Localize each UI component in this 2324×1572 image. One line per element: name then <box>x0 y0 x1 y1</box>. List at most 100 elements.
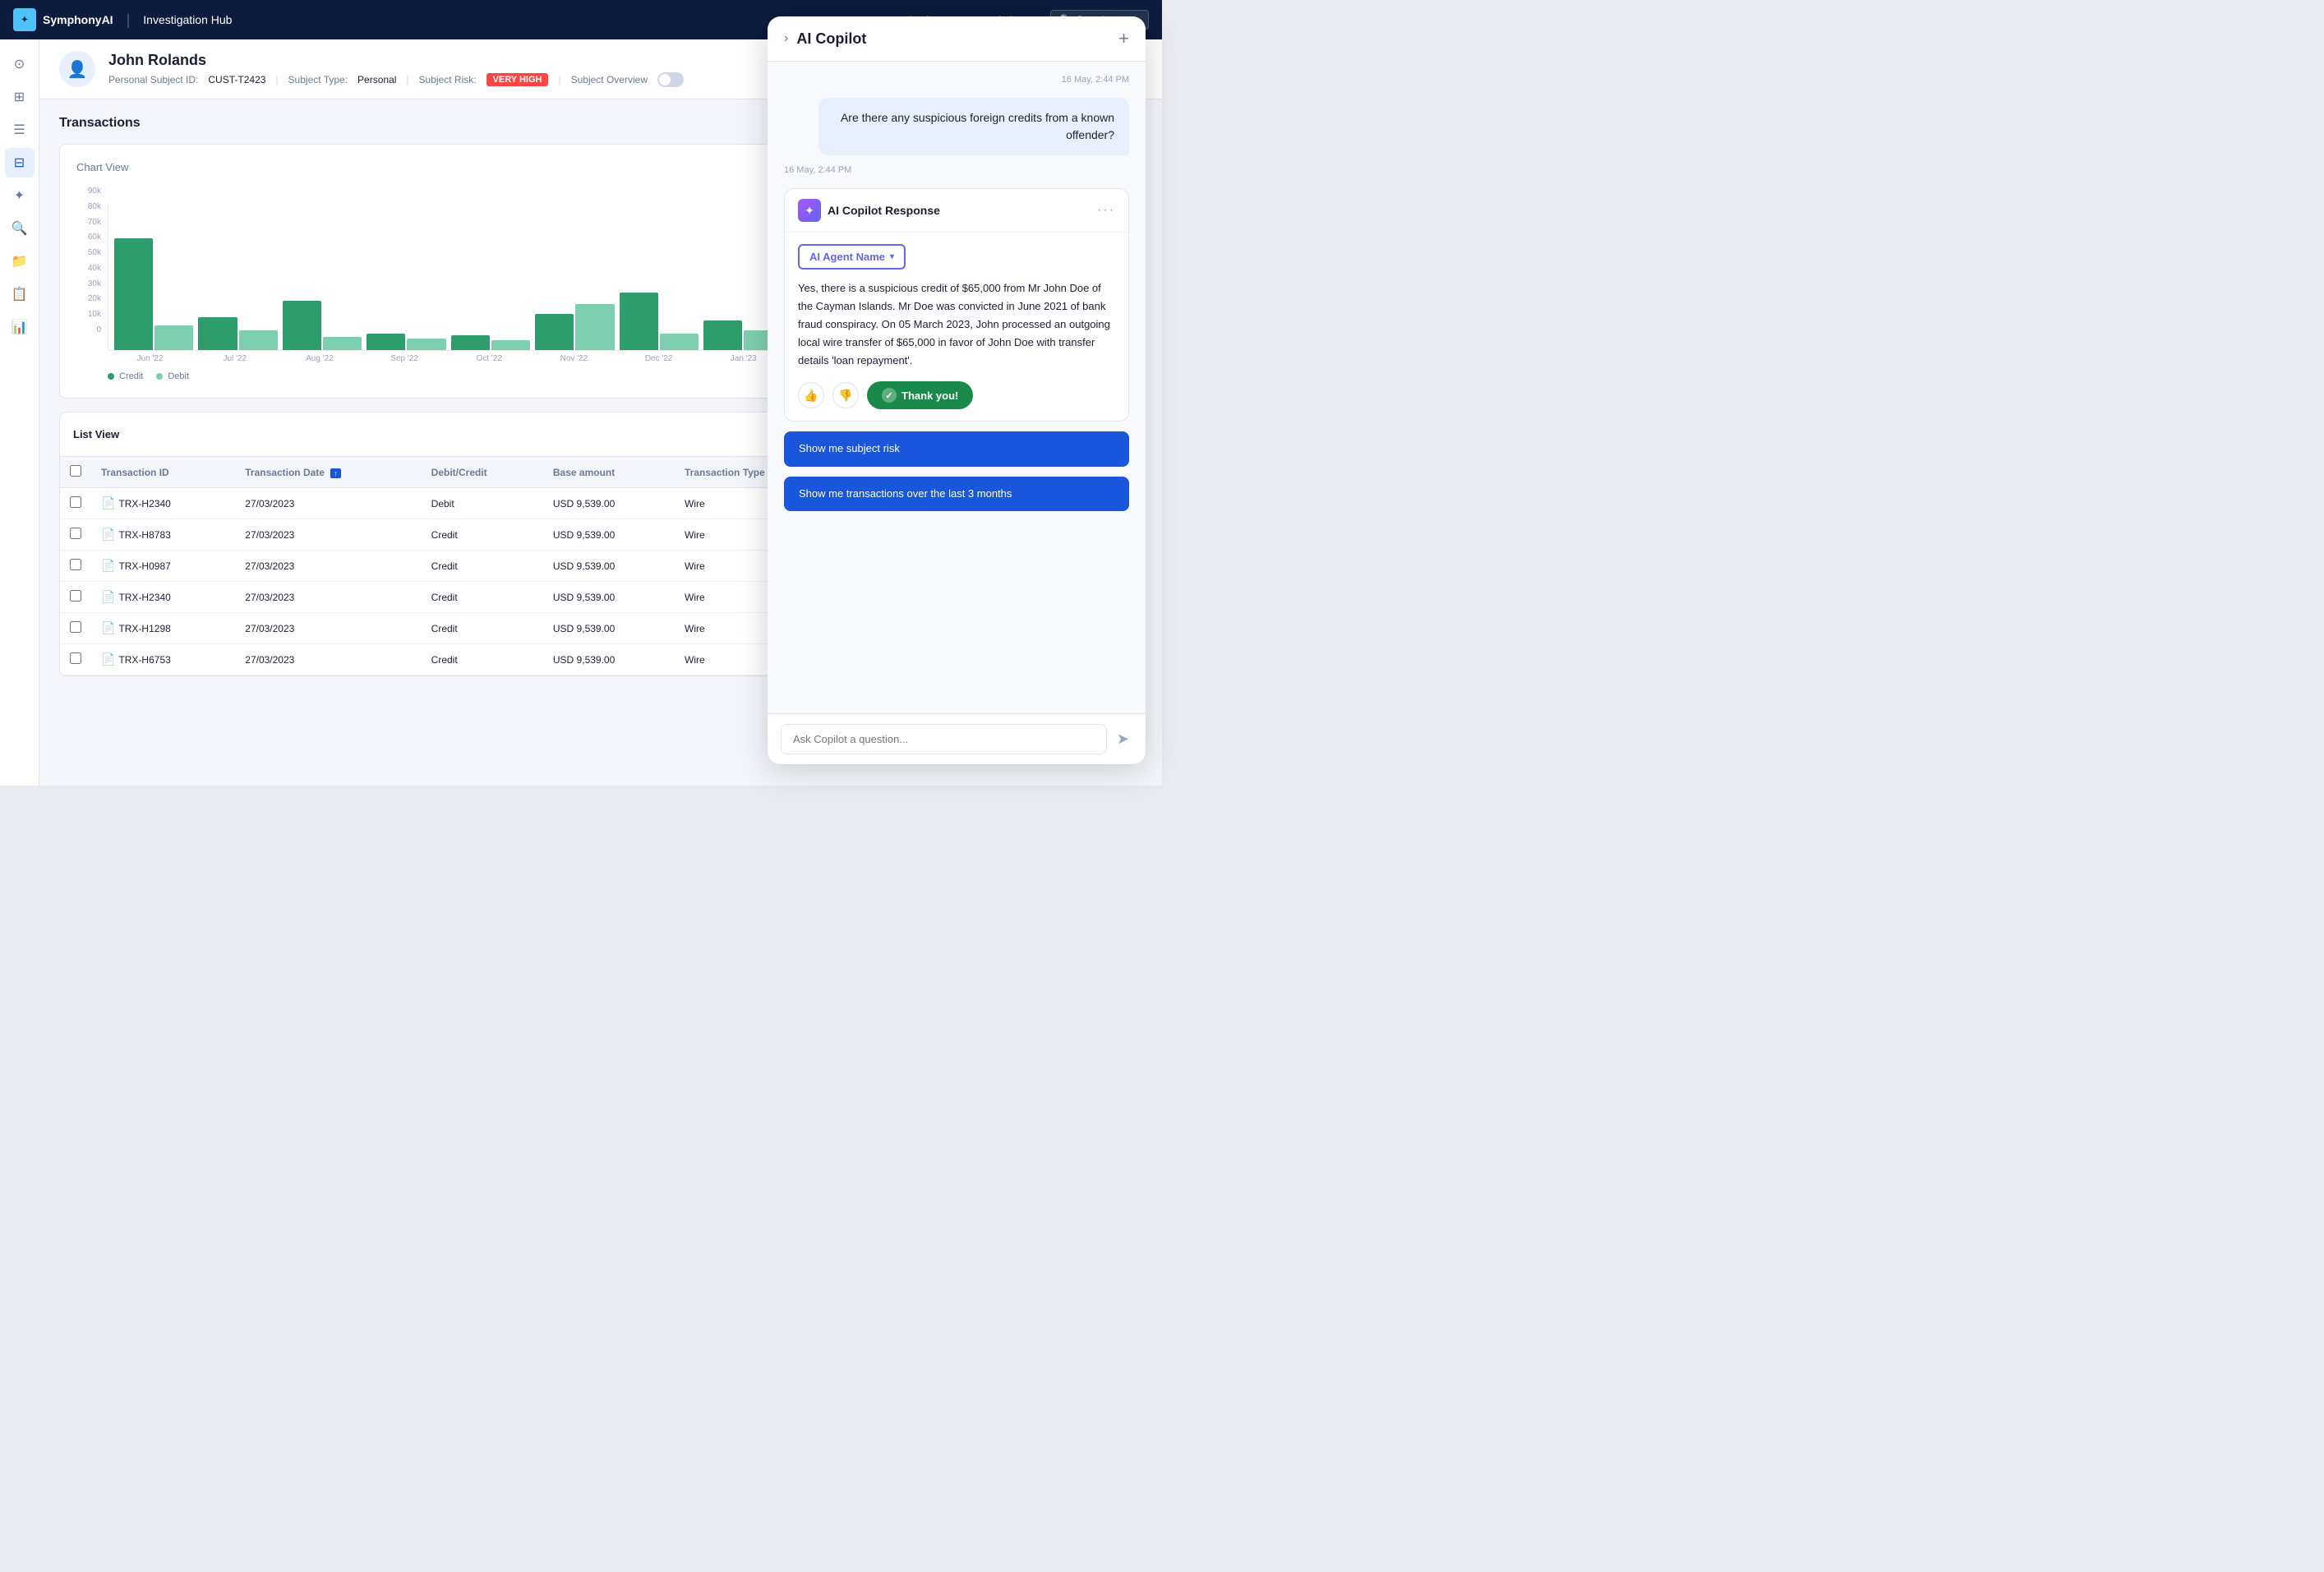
row-select-checkbox[interactable] <box>70 528 81 539</box>
subject-id-value: CUST-T2423 <box>208 74 265 85</box>
sidebar-icon-dashboard[interactable]: ⊞ <box>5 82 35 112</box>
y-label-90k: 90k <box>76 187 101 196</box>
header-transaction-id: Transaction ID <box>91 457 235 488</box>
response-text: Yes, there is a suspicious credit of $65… <box>798 279 1115 370</box>
sidebar-icon-folder[interactable]: 📁 <box>5 247 35 276</box>
row-id: 📄TRX-H0987 <box>91 551 235 582</box>
row-select-checkbox[interactable] <box>70 496 81 508</box>
doc-icon: 📄 <box>101 528 115 541</box>
response-title: AI Copilot Response <box>828 204 940 217</box>
chat-area: 16 May, 2:44 PM Are there any suspicious… <box>768 62 1146 713</box>
y-label-40k: 40k <box>76 264 101 273</box>
legend-credit: Credit <box>108 371 143 381</box>
month-group <box>617 293 701 350</box>
timestamp-1: 16 May, 2:44 PM <box>784 75 1129 85</box>
doc-icon: 📄 <box>101 590 115 603</box>
legend-debit: Debit <box>156 371 189 381</box>
sort-badge: ↑ <box>330 468 341 478</box>
legend-debit-dot <box>156 373 163 380</box>
thumbs-up-button[interactable]: 👍 <box>798 382 824 408</box>
three-dots-menu[interactable]: ··· <box>1097 203 1115 218</box>
subject-overview-toggle[interactable] <box>657 72 684 87</box>
row-type: Credit <box>422 519 543 551</box>
legend-debit-label: Debit <box>168 371 189 381</box>
brand-icon: ✦ <box>13 8 36 31</box>
row-type: Credit <box>422 644 543 675</box>
bar-debit <box>575 304 614 350</box>
y-label-50k: 50k <box>76 248 101 257</box>
copilot-title: AI Copilot <box>796 30 866 48</box>
x-label: Oct '22 <box>447 354 532 363</box>
sidebar-icon-home[interactable]: ⊙ <box>5 49 35 79</box>
legend-credit-dot <box>108 373 114 380</box>
thank-you-label: Thank you! <box>901 390 958 402</box>
x-label: Jul '22 <box>192 354 277 363</box>
row-date: 27/03/2023 <box>235 519 421 551</box>
select-all-checkbox[interactable] <box>70 465 81 477</box>
x-label: Nov '22 <box>532 354 616 363</box>
row-type: Credit <box>422 582 543 613</box>
suggestion-button-2[interactable]: Show me transactions over the last 3 mon… <box>784 477 1129 511</box>
doc-icon: 📄 <box>101 559 115 572</box>
row-date: 27/03/2023 <box>235 613 421 644</box>
timestamp-2: 16 May, 2:44 PM <box>784 165 1129 175</box>
copilot-title-area: › AI Copilot <box>784 30 866 48</box>
row-checkbox-cell <box>60 582 91 613</box>
subject-info: John Rolands Personal Subject ID: CUST-T… <box>108 52 684 87</box>
brand-name: SymphonyAI <box>43 13 113 26</box>
bar-credit <box>367 334 405 350</box>
row-select-checkbox[interactable] <box>70 652 81 664</box>
sidebar-icon-search[interactable]: 🔍 <box>5 214 35 243</box>
user-message: Are there any suspicious foreign credits… <box>818 98 1129 155</box>
y-label-60k: 60k <box>76 233 101 242</box>
header-debit-credit: Debit/Credit <box>422 457 543 488</box>
bar-credit <box>198 317 237 350</box>
subject-avatar: 👤 <box>59 51 95 87</box>
row-id: 📄TRX-H8783 <box>91 519 235 551</box>
bar-debit <box>323 337 362 350</box>
copilot-close-button[interactable]: + <box>1118 30 1129 48</box>
row-amount: USD 9,539.00 <box>543 644 675 675</box>
sidebar-icon-reports[interactable]: 📊 <box>5 312 35 342</box>
agent-dropdown[interactable]: AI Agent Name ▾ <box>798 244 906 270</box>
copilot-chevron-icon[interactable]: › <box>784 31 788 46</box>
agent-dropdown-chevron: ▾ <box>890 252 894 261</box>
bar-credit <box>283 301 321 350</box>
y-label-20k: 20k <box>76 294 101 303</box>
x-label: Sep '22 <box>362 354 447 363</box>
sidebar-icon-transactions[interactable]: ⊟ <box>5 148 35 177</box>
doc-icon: 📄 <box>101 621 115 634</box>
row-select-checkbox[interactable] <box>70 621 81 633</box>
bar-credit <box>451 335 490 350</box>
chat-input[interactable] <box>781 724 1107 754</box>
header-transaction-date: Transaction Date ↑ <box>235 457 421 488</box>
row-amount: USD 9,539.00 <box>543 519 675 551</box>
thumbs-down-button[interactable]: 👎 <box>832 382 859 408</box>
doc-icon: 📄 <box>101 652 115 666</box>
month-group <box>280 301 364 350</box>
sidebar-icon-list[interactable]: ☰ <box>5 115 35 145</box>
subject-meta: Personal Subject ID: CUST-T2423 | Subjec… <box>108 72 684 87</box>
send-button[interactable]: ➤ <box>1114 727 1132 751</box>
y-label-0: 0 <box>76 325 101 334</box>
row-select-checkbox[interactable] <box>70 559 81 570</box>
response-card: ✦ AI Copilot Response ··· AI Agent Name … <box>784 188 1129 422</box>
y-axis: 90k 80k 70k 60k 50k 40k 30k 20k 10k 0 <box>76 187 101 334</box>
legend-credit-label: Credit <box>119 371 143 381</box>
thank-you-button[interactable]: ✓ Thank you! <box>867 381 973 409</box>
sidebar-icon-analytics[interactable]: ✦ <box>5 181 35 210</box>
row-checkbox-cell <box>60 519 91 551</box>
y-label-30k: 30k <box>76 279 101 288</box>
bar-debit <box>491 340 530 350</box>
bar-debit <box>239 330 278 350</box>
sidebar-icon-notes[interactable]: 📋 <box>5 279 35 309</box>
row-checkbox-cell <box>60 644 91 675</box>
suggestion-button-1[interactable]: Show me subject risk <box>784 431 1129 466</box>
row-select-checkbox[interactable] <box>70 590 81 602</box>
row-date: 27/03/2023 <box>235 551 421 582</box>
subject-overview-label: Subject Overview <box>571 74 648 85</box>
subject-type-value: Personal <box>357 74 396 85</box>
row-date: 27/03/2023 <box>235 582 421 613</box>
copilot-panel: › AI Copilot + 16 May, 2:44 PM Are there… <box>768 16 1146 764</box>
bar-credit <box>703 320 742 350</box>
